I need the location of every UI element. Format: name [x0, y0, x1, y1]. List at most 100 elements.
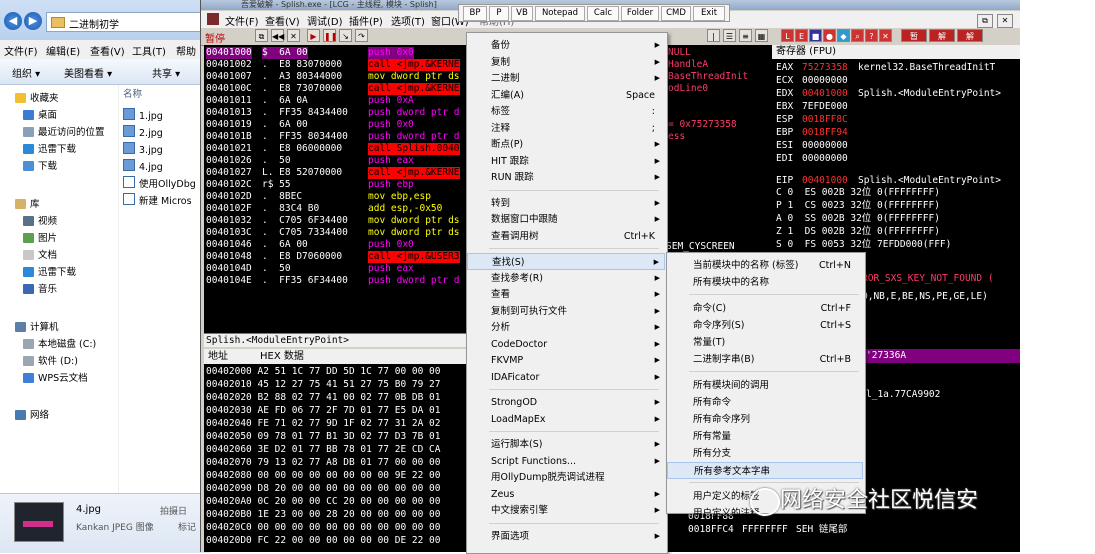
- menu-item-4[interactable]: 标签:: [467, 103, 665, 120]
- register-value[interactable]: 0018FF94: [802, 127, 848, 139]
- register-value[interactable]: 7EFDE000: [802, 101, 848, 113]
- cpu-instruction[interactable]: add esp,-0x50: [368, 203, 442, 215]
- submenu-item-0[interactable]: 当前模块中的名称 (标签) Ctrl+N: [667, 257, 863, 274]
- cpu-address[interactable]: 00401007: [206, 71, 252, 83]
- menu-item-26[interactable]: 运行脚本(S) ▶: [467, 436, 665, 453]
- olly-menu-options[interactable]: 选项(T): [391, 13, 425, 28]
- nav-item-video[interactable]: 视频: [23, 214, 57, 229]
- file-item[interactable]: 使用OllyDbg: [123, 176, 196, 191]
- memory-dump-pane[interactable]: 00402000 A2 51 1C 77 DD 5D 1C 77 00 00 0…: [204, 364, 466, 552]
- stack-address[interactable]: 0018FFC4: [688, 524, 734, 536]
- cpu-address[interactable]: 0040104E: [206, 275, 252, 287]
- meitu-button[interactable]: 美图看看 ▾: [64, 65, 112, 80]
- cpu-address[interactable]: 00401002: [206, 59, 252, 71]
- organize-button[interactable]: 组织 ▾: [12, 65, 40, 80]
- register-value[interactable]: 00401000: [802, 88, 848, 100]
- cpu-instruction[interactable]: mov dword ptr ds: [368, 215, 460, 227]
- register-value[interactable]: 00000000: [802, 75, 848, 87]
- cpu-instruction[interactable]: push dword ptr d: [368, 131, 460, 143]
- menu-item-17[interactable]: 复制到可执行文件 ▶: [467, 303, 665, 320]
- olly-menu-debug[interactable]: 调试(D): [307, 13, 343, 28]
- register-value[interactable]: 00000000: [802, 140, 848, 152]
- patch-icon[interactable]: ?: [865, 29, 878, 42]
- cpu-address[interactable]: 0040102F: [206, 203, 252, 215]
- menu-item-16[interactable]: 查看 ▶: [467, 286, 665, 303]
- pipe-icon[interactable]: |: [707, 29, 720, 42]
- dump-row[interactable]: 00402090 D8 20 00 00 00 00 00 00 00 00 0…: [206, 483, 441, 495]
- dump-row[interactable]: 004020C0 00 00 00 00 00 00 00 00 00 00 0…: [206, 522, 441, 534]
- cpu-instruction[interactable]: push dword ptr d: [368, 275, 460, 287]
- dump-row[interactable]: 00402040 FE 71 02 77 9D 1F 02 77 31 2A 0…: [206, 418, 441, 430]
- menu-item-15[interactable]: 查找参考(R) ▶: [467, 270, 665, 287]
- nav-item-downloads[interactable]: 下载: [23, 159, 57, 174]
- cpu-instruction[interactable]: call <jmp.&KERNE: [368, 59, 460, 71]
- open-icon[interactable]: ⧉: [255, 29, 268, 42]
- cpu-instruction[interactable]: push 0xA: [368, 95, 414, 107]
- cpu-address[interactable]: 0040100C: [206, 83, 252, 95]
- dump-row[interactable]: 004020B0 1E 23 00 00 28 20 00 00 00 00 0…: [206, 509, 441, 521]
- cpu-address[interactable]: 00401026: [206, 155, 252, 167]
- cpu-instruction[interactable]: push 0x0: [368, 47, 414, 59]
- menu-item-32[interactable]: 界面选项 ▶: [467, 528, 665, 545]
- menu-item-0[interactable]: 备份 ▶: [467, 37, 665, 54]
- plugin-notepad-button[interactable]: Notepad: [535, 6, 585, 21]
- cpu-instruction[interactable]: push eax: [368, 155, 414, 167]
- menu-help[interactable]: 帮助: [176, 43, 196, 58]
- menu-item-21[interactable]: IDAFicator ▶: [467, 369, 665, 386]
- cpu-address[interactable]: 00401046: [206, 239, 252, 251]
- submenu-item-10[interactable]: 所有命令序列: [667, 411, 863, 428]
- cpu-address[interactable]: 00401011: [206, 95, 252, 107]
- cpu-instruction[interactable]: push 0x0: [368, 119, 414, 131]
- dump-row[interactable]: 00402030 AE FD 06 77 2F 7D 01 77 E5 DA 0…: [206, 405, 441, 417]
- register-value[interactable]: 0018FF8C: [802, 114, 848, 126]
- forward-arrow-icon[interactable]: ▶: [24, 12, 42, 30]
- rewind-icon[interactable]: ◀◀: [271, 29, 284, 42]
- menu-item-2[interactable]: 二进制 ▶: [467, 70, 665, 87]
- tool-button-a[interactable]: 暂: [901, 29, 927, 42]
- submenu-item-8[interactable]: 所有模块间的调用: [667, 377, 863, 394]
- cpu-address[interactable]: 0040101B: [206, 131, 252, 143]
- address-bar[interactable]: 二进制初学: [46, 12, 206, 32]
- nav-item-xunlei-lib[interactable]: 迅雷下载: [23, 265, 76, 280]
- handle-icon[interactable]: ■: [809, 29, 822, 42]
- file-item[interactable]: 3.jpg: [123, 142, 163, 157]
- close-icon[interactable]: ✕: [997, 14, 1013, 28]
- submenu-item-13[interactable]: 所有参考文本字串: [667, 462, 863, 479]
- menu-item-5[interactable]: 注释;: [467, 120, 665, 137]
- plugin-bp-button[interactable]: BP: [463, 6, 487, 21]
- window-icon[interactable]: ◆: [837, 29, 850, 42]
- olly-menu-view[interactable]: 查看(V): [265, 13, 300, 28]
- flag-row[interactable]: P 1 CS 0023 32位 0(FFFFFFFF): [776, 200, 940, 212]
- cpu-instruction[interactable]: mov dword ptr ds: [368, 71, 460, 83]
- cpu-address[interactable]: 00401032: [206, 215, 252, 227]
- search-icon[interactable]: ⌕: [851, 29, 864, 42]
- dump-row[interactable]: 00402080 00 00 00 00 00 00 00 00 9E 22 0…: [206, 470, 441, 482]
- cpu-instruction[interactable]: push eax: [368, 263, 414, 275]
- menu-item-1[interactable]: 复制 ▶: [467, 54, 665, 71]
- run-icon[interactable]: ▶: [307, 29, 320, 42]
- submenu-item-9[interactable]: 所有命令: [667, 394, 863, 411]
- nav-network[interactable]: 网络: [15, 408, 49, 423]
- menu-file[interactable]: 文件(F): [4, 43, 38, 58]
- nav-library[interactable]: 库: [15, 197, 40, 212]
- flag-row[interactable]: A 0 SS 002B 32位 0(FFFFFFFF): [776, 213, 940, 225]
- menu-item-10[interactable]: 转到 ▶: [467, 195, 665, 212]
- nav-favorites[interactable]: 收藏夹: [15, 91, 59, 106]
- nav-item-drive-d[interactable]: 软件 (D:): [23, 354, 78, 369]
- flag-row[interactable]: Z 1 DS 002B 32位 0(FFFFFFFF): [776, 226, 940, 238]
- list-icon[interactable]: ☰: [723, 29, 736, 42]
- menu-item-19[interactable]: CodeDoctor ▶: [467, 336, 665, 353]
- menu-item-23[interactable]: StrongOD ▶: [467, 394, 665, 411]
- tool-button-c[interactable]: 解: [957, 29, 983, 42]
- plugin-p-button[interactable]: P: [489, 6, 509, 21]
- cpu-instruction[interactable]: mov ebp,esp: [368, 191, 431, 203]
- nav-item-music[interactable]: 音乐: [23, 282, 57, 297]
- pause-icon[interactable]: ❚❚: [323, 29, 337, 42]
- cpu-address[interactable]: 00401000: [206, 47, 252, 59]
- register-value[interactable]: 00000000: [802, 153, 848, 165]
- record-icon[interactable]: ●: [823, 29, 836, 42]
- register-value[interactable]: 00401000: [802, 175, 848, 187]
- cpu-address[interactable]: 00401048: [206, 251, 252, 263]
- grid-icon[interactable]: ▦: [755, 29, 768, 42]
- cpu-instruction[interactable]: mov dword ptr ds: [368, 227, 460, 239]
